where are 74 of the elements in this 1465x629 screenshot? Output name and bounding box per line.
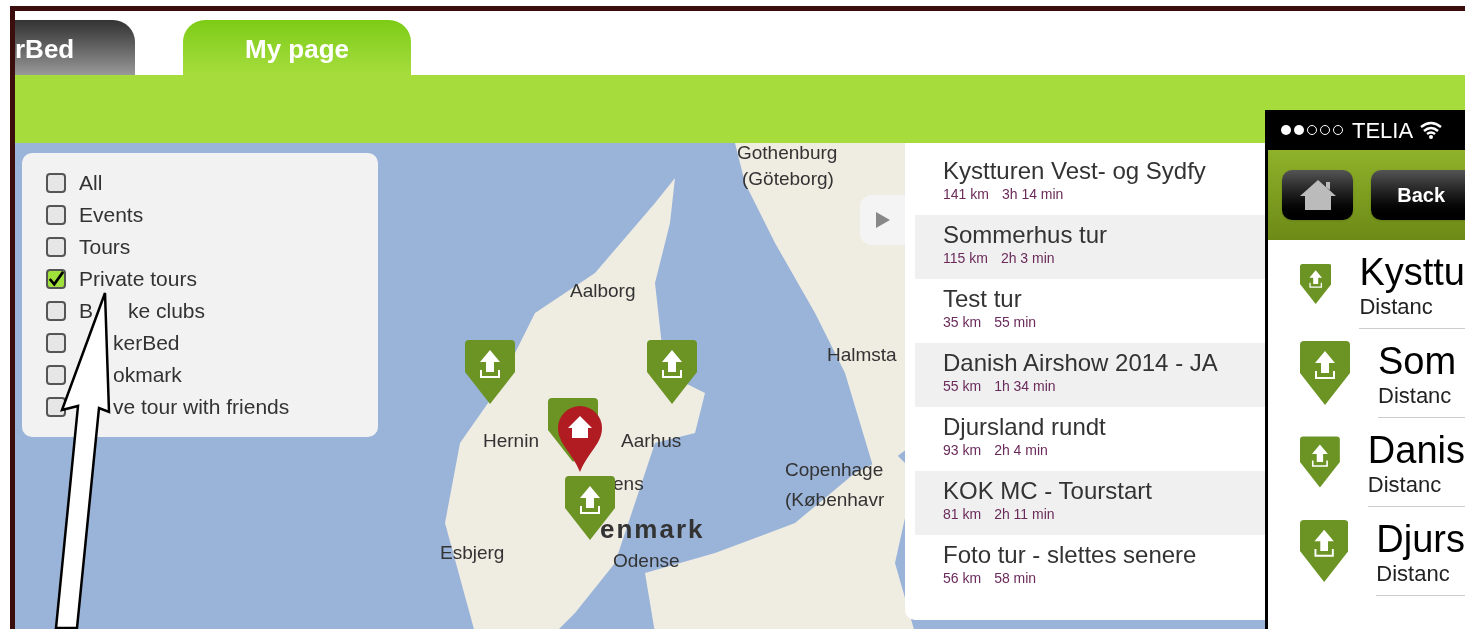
route-distance: 93 km — [943, 441, 982, 459]
route-title: Sommerhus tur — [943, 221, 1109, 249]
map-label: Odense — [613, 549, 680, 573]
route-distance: 81 km — [943, 505, 982, 523]
route-row[interactable]: KOK MC - Tourstart 81 km 2h 11 min — [915, 471, 1265, 535]
filter-label[interactable]: ve tour with friends — [113, 391, 290, 423]
route-duration: 2h 4 min — [994, 441, 1048, 459]
route-duration: 3h 14 min — [1001, 185, 1064, 203]
route-distance: 56 km — [943, 569, 982, 587]
route-title: Danish Airshow 2014 - JA — [943, 349, 1219, 377]
checkbox[interactable] — [46, 205, 66, 225]
filter-label[interactable]: ke clubs — [128, 295, 206, 327]
map-label: Gothenburg — [737, 143, 838, 165]
checkbox[interactable] — [46, 301, 66, 321]
phone-route-row[interactable]: Danis Distanc — [1268, 418, 1465, 507]
phone-route-subtitle: Distanc — [1367, 472, 1443, 498]
phone-route-title: Som — [1378, 339, 1458, 383]
filter-label[interactable]: Private tours — [79, 263, 197, 295]
route-duration: 2h 3 min — [1000, 249, 1055, 267]
route-title: Foto tur - slettes senere — [943, 541, 1198, 569]
map-label: Copenhage — [785, 458, 884, 482]
filter-label[interactable]: okmark — [113, 359, 182, 391]
route-title: Kystturen Vest- og Sydfy — [943, 157, 1207, 185]
route-distance: 35 km — [943, 313, 982, 331]
play-icon — [876, 212, 890, 228]
checkbox[interactable] — [46, 333, 66, 353]
route-row[interactable]: Danish Airshow 2014 - JA 55 km 1h 34 min — [915, 343, 1265, 407]
phone-route-row[interactable]: Djurs Distanc — [1268, 507, 1465, 596]
filter-label[interactable]: All — [79, 167, 103, 199]
route-duration: 58 min — [994, 569, 1037, 587]
map-label: enmark — [600, 513, 705, 546]
expand-button[interactable] — [860, 195, 906, 245]
filter-label[interactable]: Events — [79, 199, 144, 231]
map-label: Aarhus — [621, 429, 682, 453]
phone-route-title: Danis — [1367, 428, 1465, 472]
filter-label[interactable]: Tours — [79, 231, 131, 263]
phone-route-subtitle: Distanc — [1378, 383, 1453, 409]
route-distance: 115 km — [943, 249, 988, 267]
tab[interactable]: rBed — [15, 20, 135, 75]
map-label: Aalborg — [570, 279, 636, 303]
route-distance: 55 km — [943, 377, 982, 395]
route-title: KOK MC - Tourstart — [943, 477, 1153, 505]
route-row[interactable]: Sommerhus tur 115 km 2h 3 min — [915, 215, 1265, 279]
checkbox[interactable] — [46, 173, 66, 193]
phone-route-subtitle: Distanc — [1359, 294, 1434, 320]
route-duration: 55 min — [994, 313, 1037, 331]
map-label: Halmsta — [827, 343, 897, 367]
route-title: Test tur — [943, 285, 1023, 313]
carrier-name: TELIA — [1352, 116, 1414, 145]
map-label: Esbjerg — [440, 541, 505, 565]
phone-route-title: Djurs — [1376, 517, 1465, 561]
phone-route-subtitle: Distanc — [1376, 561, 1451, 587]
route-title: Djursland rundt — [943, 413, 1107, 441]
route-duration: 1h 34 min — [994, 377, 1056, 395]
checkbox[interactable] — [46, 397, 66, 417]
home-button[interactable] — [1282, 170, 1354, 220]
filter-label: B — [79, 298, 93, 325]
tour-pin-icon — [1300, 339, 1350, 407]
phone-route-title: Kysttu — [1359, 250, 1465, 294]
map-label: (Københavr — [785, 488, 885, 512]
home-pin-icon[interactable] — [548, 398, 602, 472]
phone-route-row[interactable]: Kysttu Distanc — [1268, 240, 1465, 329]
signal-dots-icon — [1280, 124, 1346, 136]
checkbox[interactable] — [46, 269, 66, 289]
wifi-icon — [1419, 121, 1444, 139]
back-button[interactable]: Back — [1371, 170, 1465, 220]
phone-route-row[interactable]: Som Distanc — [1268, 329, 1465, 418]
filter-label[interactable]: kerBed — [113, 327, 180, 359]
route-duration: 2h 11 min — [994, 505, 1055, 523]
map-label: Hernin — [483, 429, 539, 453]
map-label: (Göteborg) — [742, 167, 834, 191]
checkbox[interactable] — [46, 365, 66, 385]
route-distance: 141 km — [943, 185, 989, 203]
checkbox[interactable] — [46, 237, 66, 257]
